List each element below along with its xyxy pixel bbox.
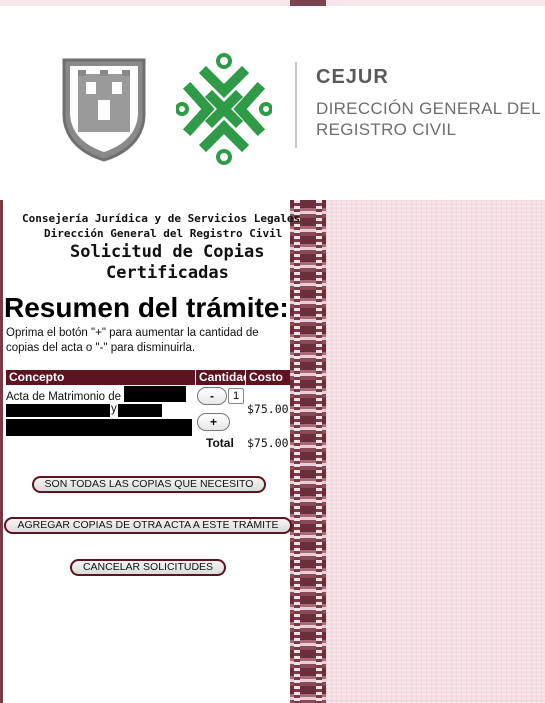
page-header: CEJUR DIRECCIÓN GENERAL DEL REGISTRO CIV… — [0, 6, 545, 200]
column-header-quantity: Cantidad — [196, 370, 250, 385]
concept-text: Acta de Matrimonio de — [6, 391, 122, 403]
redacted-name — [6, 404, 110, 417]
increment-button[interactable]: + — [197, 413, 230, 431]
instructions-text: Oprima el botón "+" para aumentar la can… — [6, 327, 259, 354]
decor-pink-panel — [326, 200, 545, 703]
total-label: Total — [206, 436, 234, 450]
form-heading-line-2: Certificadas — [106, 263, 229, 283]
department-line-2: REGISTRO CIVIL — [316, 120, 457, 139]
cancel-requests-button[interactable]: CANCELAR SOLICITUDES — [70, 559, 226, 576]
header-divider — [295, 62, 297, 148]
page-title: Resumen del trámite: — [4, 292, 289, 323]
add-other-certificate-button[interactable]: AGREGAR COPIAS DE OTRA ACTA A ESTE TRÁMI… — [4, 517, 292, 534]
department-line-1: DIRECCIÓN GENERAL DEL — [316, 99, 541, 118]
redacted-name — [6, 419, 192, 436]
cdmx-logo-icon — [176, 53, 272, 165]
decrement-button[interactable]: - — [197, 387, 227, 405]
org-line-2: Dirección General del Registro Civil — [44, 227, 283, 240]
redacted-name — [124, 386, 186, 402]
org-line-1: Consejería Jurídica y de Servicios Legal… — [22, 212, 301, 225]
request-summary-form: Consejería Jurídica y de Servicios Legal… — [0, 200, 300, 703]
column-header-concept: Concepto — [6, 370, 195, 385]
row-cost: $75.00 — [247, 402, 289, 416]
decor-border-band — [290, 200, 326, 703]
total-value: $75.00 — [247, 436, 289, 450]
concept-joiner: y — [111, 403, 117, 415]
department-name: DIRECCIÓN GENERAL DEL REGISTRO CIVIL — [316, 98, 541, 140]
quantity-value: 1 — [228, 388, 244, 404]
brand-name: CEJUR — [316, 66, 389, 88]
form-heading-line-1: Solicitud de Copias — [70, 242, 265, 262]
redacted-name — [118, 404, 162, 417]
confirm-copies-button[interactable]: SON TODAS LAS COPIAS QUE NECESITO — [32, 476, 266, 493]
column-header-cost: Costo — [246, 370, 290, 385]
cdmx-shield-icon — [62, 58, 146, 162]
